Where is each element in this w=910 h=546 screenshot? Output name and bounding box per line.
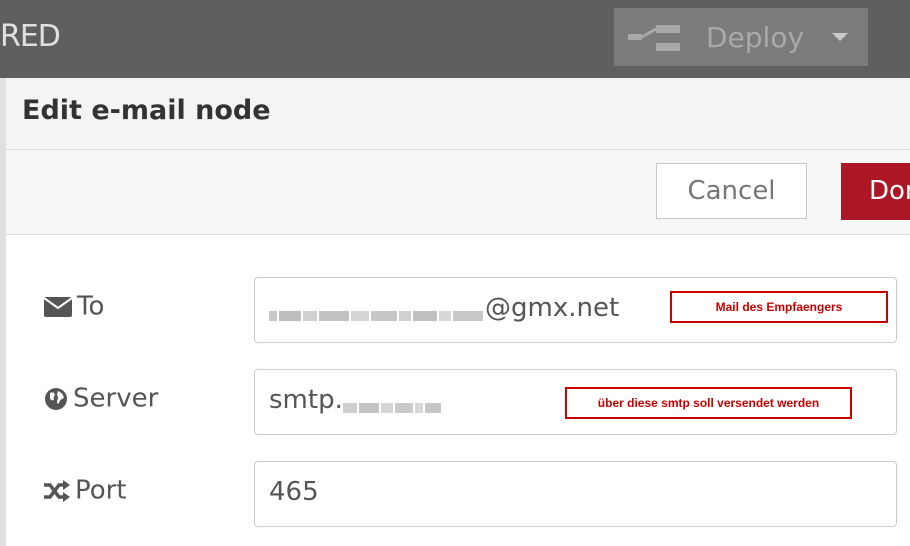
server-input[interactable]: smtp. über diese smtp soll versendet wer… xyxy=(254,369,897,435)
port-input[interactable]: 465 xyxy=(254,461,897,527)
to-domain: @gmx.net xyxy=(485,293,620,323)
form-row-server: Server smtp. über diese smtp soll versen… xyxy=(6,369,910,437)
app-header: RED Deploy xyxy=(0,0,910,78)
server-value: smtp. xyxy=(269,385,443,415)
annotation-recipient: Mail des Empfaengers xyxy=(670,291,888,323)
port-value: 465 xyxy=(269,477,319,507)
to-input[interactable]: @gmx.net Mail des Empfaengers xyxy=(254,277,897,343)
annotation-smtp: über diese smtp soll versendet werden xyxy=(565,387,852,419)
to-value: @gmx.net xyxy=(269,293,619,323)
shuffle-icon xyxy=(44,479,70,502)
globe-icon xyxy=(45,387,67,410)
port-label: Port xyxy=(44,475,127,506)
form-row-to: To @gmx.net Mail des Empfaengers xyxy=(6,277,910,345)
tray-title: Edit e-mail node xyxy=(22,95,271,126)
redacted-text xyxy=(269,301,485,321)
chevron-down-icon[interactable] xyxy=(832,33,848,41)
app-title: RED xyxy=(0,19,61,54)
cancel-button[interactable]: Cancel xyxy=(656,163,807,219)
server-label: Server xyxy=(44,383,158,414)
tray-toolbar: Cancel Done xyxy=(6,150,910,235)
done-button[interactable]: Done xyxy=(841,163,910,220)
deploy-label: Deploy xyxy=(706,21,805,54)
deploy-icon xyxy=(628,25,680,51)
tray-header: Edit e-mail node xyxy=(6,78,910,150)
form-row-port: Port 465 xyxy=(6,461,910,529)
to-label: To xyxy=(44,291,104,322)
server-prefix: smtp. xyxy=(269,385,343,415)
redacted-text xyxy=(342,393,443,413)
deploy-button[interactable]: Deploy xyxy=(614,8,868,66)
envelope-icon xyxy=(44,296,72,317)
